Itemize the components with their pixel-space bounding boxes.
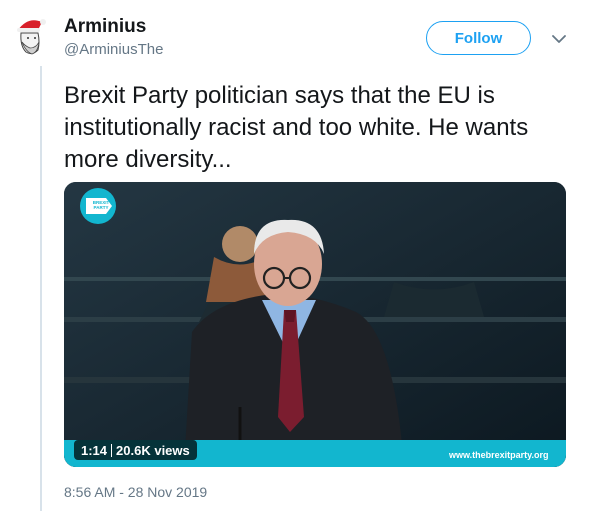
tweet-timestamp[interactable]: 8:56 AM - 28 Nov 2019	[64, 484, 207, 500]
chevron-down-icon[interactable]	[548, 28, 570, 50]
video-frame	[64, 182, 566, 467]
author-handle[interactable]: @ArminiusThe	[64, 41, 163, 58]
site-url: www.thebrexitparty.org	[449, 450, 549, 460]
badge-separator	[111, 443, 113, 457]
video-badge: 1:14 20.6K views	[74, 440, 197, 460]
thread-line	[40, 66, 42, 511]
tweet-text: Brexit Party politician says that the EU…	[64, 82, 529, 173]
author-name[interactable]: Arminius	[64, 16, 146, 38]
video-player[interactable]: BREXIT PARTY www.thebrexitparty.org 1:14…	[64, 182, 566, 467]
avatar-image	[8, 12, 56, 60]
brexit-party-logo: BREXIT PARTY	[88, 200, 114, 210]
follow-button[interactable]: Follow	[426, 21, 531, 55]
video-views: 20.6K views	[116, 442, 190, 458]
avatar[interactable]	[8, 12, 56, 60]
video-duration: 1:14	[81, 442, 108, 458]
logo-text-line2: PARTY	[93, 205, 109, 210]
